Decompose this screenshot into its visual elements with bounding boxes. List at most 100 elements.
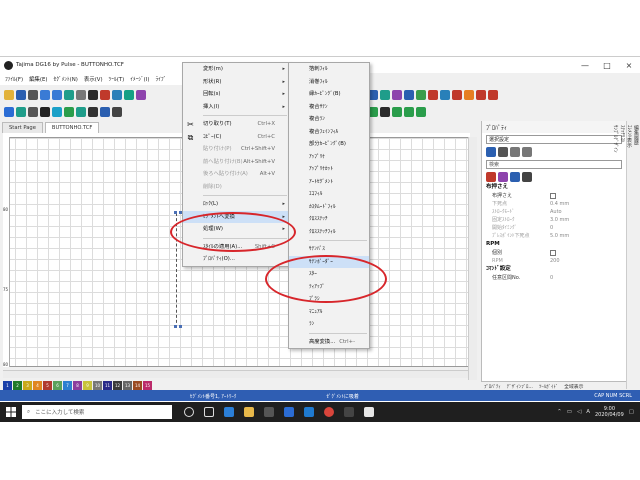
properties-search-input[interactable]: 検索 bbox=[486, 160, 622, 169]
filter-x-icon[interactable] bbox=[486, 172, 496, 182]
menu-tools[interactable]: ﾂｰﾙ(T) bbox=[109, 75, 125, 83]
sort-icon[interactable] bbox=[486, 147, 496, 157]
context_menu-item[interactable]: ⧉ ｺﾋﾟｰ(C) Ctrl+C bbox=[183, 131, 289, 144]
photos-icon[interactable] bbox=[304, 407, 314, 417]
fill-icon[interactable] bbox=[28, 106, 38, 117]
context_menu-item[interactable]: 形状(R) ▸ bbox=[183, 76, 289, 89]
side-tab[interactable]: 編集履歴 bbox=[633, 121, 640, 389]
palette-swatch[interactable]: 4 bbox=[33, 380, 42, 390]
sub_menu-item[interactable]: 消巻ﾌｨﾙ bbox=[289, 76, 369, 89]
context_menu-item[interactable]: ✂ 切り取り(T) Ctrl+X bbox=[183, 118, 289, 131]
link-icon[interactable] bbox=[416, 89, 426, 100]
store-icon[interactable] bbox=[264, 407, 274, 417]
distribute-icon[interactable] bbox=[380, 106, 390, 117]
horizontal-scrollbar[interactable] bbox=[3, 370, 468, 378]
palette-swatch[interactable]: 14 bbox=[133, 380, 142, 390]
sub_menu-item[interactable]: ﾗﾝ bbox=[289, 318, 369, 331]
palette-swatch[interactable]: 7 bbox=[63, 380, 72, 390]
properties-tab[interactable]: ﾂｰﾙｶﾞｲﾄﾞ bbox=[536, 382, 561, 390]
shape-icon[interactable] bbox=[136, 89, 146, 100]
x-stitch-icon[interactable] bbox=[16, 106, 26, 117]
run-icon[interactable] bbox=[40, 106, 50, 117]
hoop-icon[interactable] bbox=[452, 89, 462, 100]
layer-icon[interactable] bbox=[112, 89, 122, 100]
pen-icon[interactable] bbox=[392, 89, 402, 100]
context_menu-item[interactable]: ﾌﾟﾛﾊﾟﾃｨ(O)... bbox=[183, 253, 289, 266]
context_menu-item[interactable]: 回転(s) ▸ bbox=[183, 88, 289, 101]
text-icon[interactable] bbox=[124, 89, 134, 100]
trim-icon[interactable] bbox=[476, 89, 486, 100]
save-icon[interactable] bbox=[16, 89, 26, 100]
palette-swatch[interactable]: 10 bbox=[93, 380, 102, 390]
sub_menu-item[interactable]: ｱｰﾄｾｸﾞﾒﾝﾄ bbox=[289, 176, 369, 189]
border-icon[interactable] bbox=[112, 106, 122, 117]
volume-icon[interactable]: ◁ bbox=[577, 409, 581, 415]
dg16-icon[interactable] bbox=[364, 407, 374, 417]
palette-swatch[interactable]: 3 bbox=[23, 380, 32, 390]
maximize-button[interactable]: □ bbox=[596, 61, 618, 70]
property-section-title[interactable]: RPM bbox=[482, 240, 626, 249]
context_menu-item[interactable]: 変形(m) ▸ bbox=[183, 63, 289, 76]
properties-tab[interactable]: 全域表示 bbox=[561, 382, 586, 390]
spiral-icon[interactable] bbox=[64, 106, 74, 117]
property-row[interactable]: RPM 200 bbox=[482, 257, 626, 265]
palette-swatch[interactable]: 1 bbox=[3, 380, 12, 390]
network-icon[interactable]: ▭ bbox=[567, 409, 572, 415]
property-row[interactable]: ﾌﾟﾚｽﾎﾟｲﾝﾄ下死点 5.0 mm bbox=[482, 232, 626, 240]
sub_menu-item[interactable]: ｶｽﾀﾑｰﾄﾞﾌｨﾙ bbox=[289, 201, 369, 214]
context_menu-item[interactable]: 挿入(I) ▸ bbox=[183, 101, 289, 114]
sub_menu-item[interactable]: ｸﾛｽｽﾃｯﾁ bbox=[289, 213, 369, 226]
sub_menu-item[interactable]: ｸﾛｽｽﾃｯﾁﾌｨﾙ bbox=[289, 226, 369, 239]
tools-icon[interactable] bbox=[522, 172, 532, 182]
sub_menu-item[interactable]: ｴｺﾌｨﾙ bbox=[289, 188, 369, 201]
palette-swatch[interactable]: 12 bbox=[113, 380, 122, 390]
palette-swatch[interactable]: 15 bbox=[143, 380, 152, 390]
explorer-icon[interactable] bbox=[244, 407, 254, 417]
menu-view[interactable]: 表示(V) bbox=[84, 75, 103, 83]
sub_menu-item[interactable]: 複合ﾌｪｲﾝﾌｨﾙ bbox=[289, 126, 369, 139]
tab-start-page[interactable]: Start Page bbox=[2, 122, 43, 133]
node-icon[interactable] bbox=[404, 89, 414, 100]
property-row[interactable]: 開始ﾀｲﾐﾝｸﾞ 0 bbox=[482, 224, 626, 232]
satin-icon[interactable] bbox=[88, 106, 98, 117]
palette-swatch[interactable]: 5 bbox=[43, 380, 52, 390]
star-icon[interactable] bbox=[52, 106, 62, 117]
property-checkbox[interactable] bbox=[550, 250, 556, 256]
favorite-icon[interactable] bbox=[510, 147, 520, 157]
grid-icon[interactable] bbox=[76, 89, 86, 100]
property-row[interactable]: 任意区間No. 0 bbox=[482, 274, 626, 282]
palette-swatch[interactable]: 2 bbox=[13, 380, 22, 390]
lightning-icon[interactable] bbox=[522, 147, 532, 157]
thread-icon[interactable] bbox=[464, 89, 474, 100]
menu-edit[interactable]: 編集(E) bbox=[29, 75, 47, 83]
sub_menu-item[interactable]: ｻﾃﾝﾊﾟｽ bbox=[289, 243, 369, 256]
applique-icon[interactable] bbox=[100, 106, 110, 117]
sub_menu-item[interactable]: 箔刺ﾌｨﾙ bbox=[289, 63, 369, 76]
properties-tab[interactable]: ﾃﾞｻﾞｲﾝﾌﾞﾛ... bbox=[504, 382, 536, 390]
export-icon[interactable] bbox=[488, 89, 498, 100]
palette-swatch[interactable]: 11 bbox=[103, 380, 112, 390]
context_menu-item[interactable]: ﾛｯｸ(L) ▸ bbox=[183, 198, 289, 211]
stitch-icon[interactable] bbox=[88, 89, 98, 100]
color-icon[interactable] bbox=[100, 89, 110, 100]
sub_menu-item[interactable]: 高度変換... Ctrl+- bbox=[289, 336, 369, 349]
brush-icon[interactable] bbox=[498, 172, 508, 182]
start-button[interactable] bbox=[0, 402, 22, 422]
pulse-icon[interactable] bbox=[344, 407, 354, 417]
chrome-icon[interactable] bbox=[324, 407, 334, 417]
menu-segment[interactable]: ｾｸﾞﾒﾝﾄ(N) bbox=[54, 75, 78, 83]
properties-tab[interactable]: ﾌﾟﾛﾊﾟﾃｨ bbox=[481, 382, 504, 390]
sub_menu-item[interactable]: 縁ｶｰﾋﾟﾝｸﾞ(B) bbox=[289, 88, 369, 101]
minimize-button[interactable]: — bbox=[574, 61, 596, 70]
task-view-icon[interactable] bbox=[204, 407, 214, 417]
palette-swatch[interactable]: 9 bbox=[83, 380, 92, 390]
property-row[interactable]: ｽﾄﾛｰｸﾓｰﾄﾞ Auto bbox=[482, 208, 626, 216]
group-icon[interactable] bbox=[392, 106, 402, 117]
clock[interactable]: 9:00 2020/04/09 bbox=[595, 406, 624, 418]
close-button[interactable]: × bbox=[618, 61, 640, 70]
photo-icon[interactable] bbox=[440, 89, 450, 100]
redo-icon[interactable] bbox=[52, 89, 62, 100]
undo-icon[interactable] bbox=[40, 89, 50, 100]
circle-icon[interactable] bbox=[76, 106, 86, 117]
selection-handle[interactable] bbox=[174, 211, 177, 214]
